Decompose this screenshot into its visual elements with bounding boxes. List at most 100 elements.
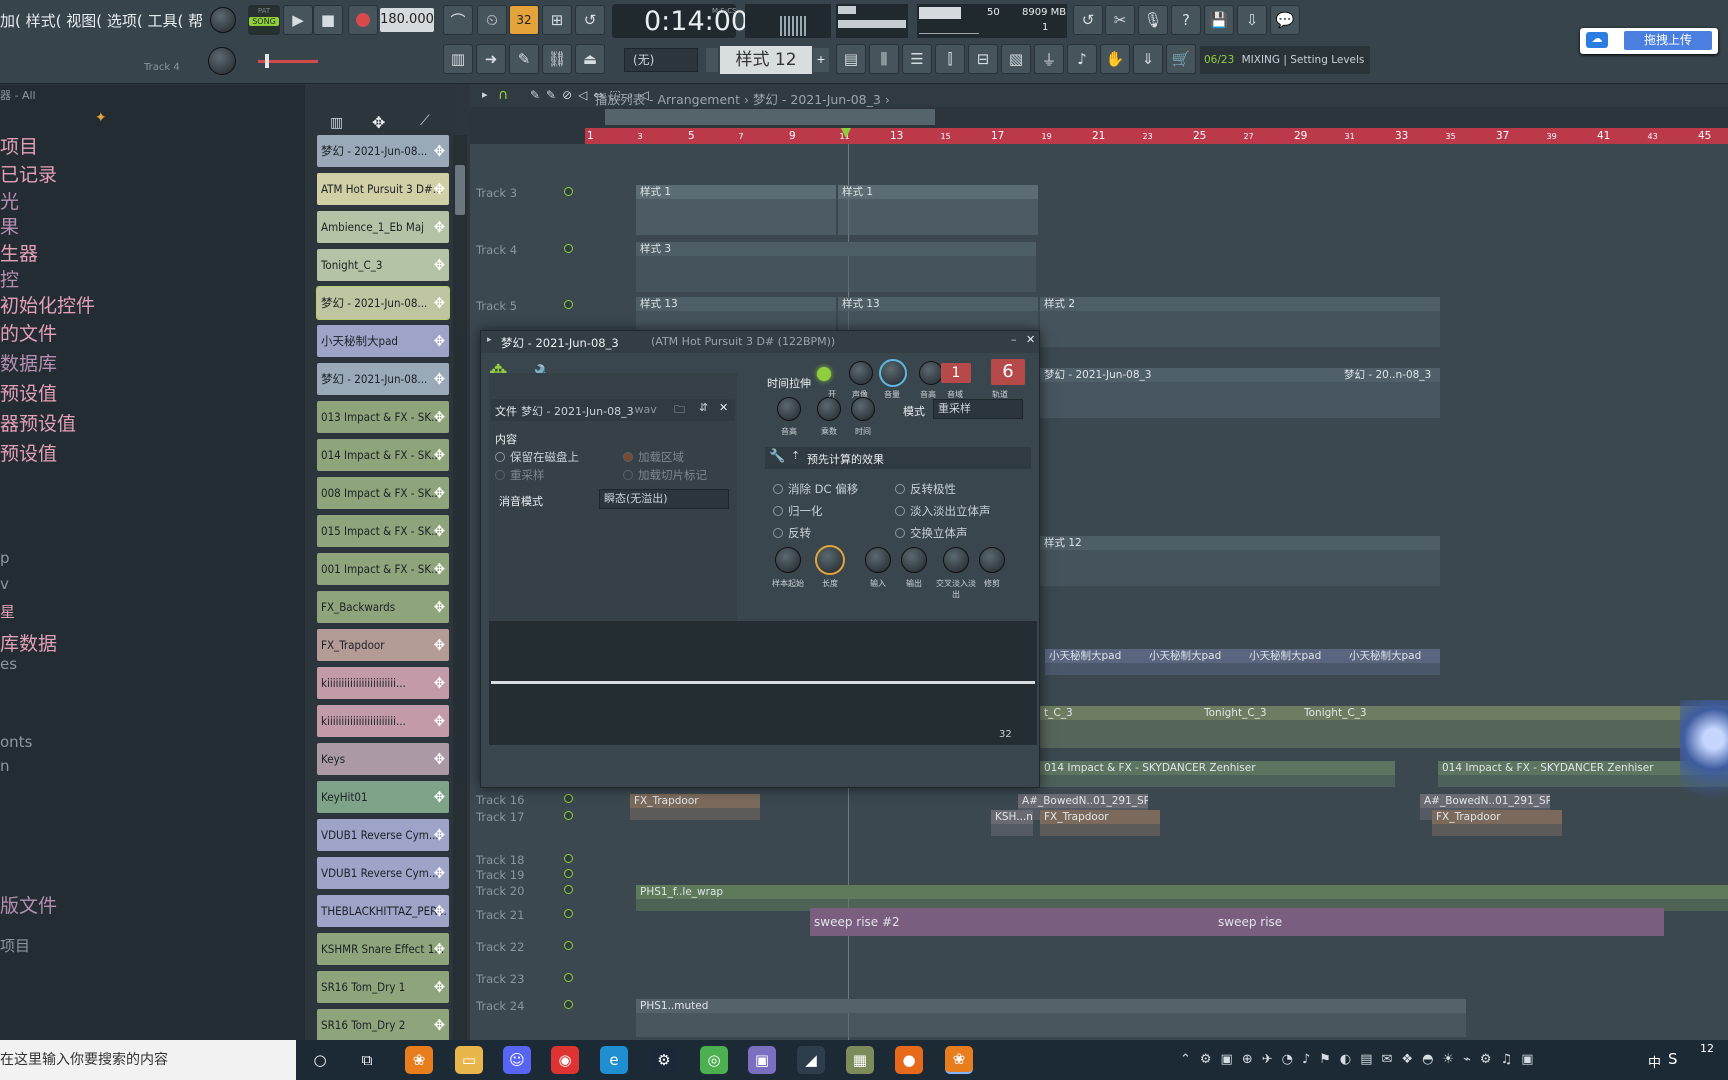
project-icon[interactable]: ▧ — [1001, 44, 1031, 74]
keep-on-disk-option[interactable]: 保留在磁盘上 — [495, 449, 579, 465]
stretch-pitch-knob[interactable] — [777, 397, 801, 421]
playlist-clip[interactable]: 梦幻 - 2021-Jun-08_3 — [1040, 368, 1340, 382]
undo-icon[interactable]: ↺ — [1073, 5, 1103, 35]
playlist-clip[interactable]: 小天秘制大pad — [1345, 649, 1440, 663]
playlist-clip[interactable]: Tonight_C_3 — [1300, 706, 1728, 720]
browser-item[interactable]: 控 — [0, 265, 19, 292]
playlist-clip[interactable]: 样式 13 — [636, 297, 836, 311]
crossfade-knob[interactable] — [943, 547, 969, 573]
track-mute-led[interactable] — [564, 869, 573, 878]
locate-file-icon[interactable]: ⇵ — [699, 401, 708, 414]
clip-body[interactable] — [1040, 550, 1440, 586]
ime-indicator[interactable]: 中 — [1648, 1052, 1661, 1071]
pan-knob[interactable] — [849, 361, 873, 385]
channel-button[interactable]: VDUB1 Reverse Cym... ✥ — [317, 819, 449, 851]
track-header[interactable]: Track 24 — [470, 999, 580, 1013]
clip-body[interactable] — [630, 808, 760, 820]
playlist-clip[interactable]: 样式 13 — [838, 297, 1038, 311]
mixer-track-value[interactable]: 6 — [991, 359, 1025, 385]
master-volume-knob[interactable] — [210, 7, 236, 33]
edge-icon[interactable]: e — [600, 1046, 628, 1074]
track-header[interactable]: Track 20 — [470, 884, 580, 898]
channel-button[interactable]: KeyHit01 ✥ — [317, 781, 449, 813]
waveform-display[interactable]: 32 — [489, 621, 1037, 745]
add-pattern-button[interactable]: + — [813, 48, 829, 72]
chrome-icon[interactable]: ◎ — [700, 1046, 728, 1074]
track-mute-led[interactable] — [564, 973, 573, 982]
mixer-icon[interactable]: ⫿ — [935, 44, 965, 74]
channel-button[interactable]: 015 Impact & FX - SK... ✥ — [317, 515, 449, 547]
app-icon[interactable]: ▣ — [748, 1046, 776, 1074]
system-tray-icons[interactable]: ⌃⚙▣⊕✈◔♪⚑◐▤✉❖◓☀⌁⚙♫▣ — [1180, 1052, 1543, 1067]
taskbar-search[interactable]: 在这里输入你要搜索的内容 — [0, 1040, 296, 1080]
close-icon[interactable]: ✕ — [1026, 333, 1035, 346]
clip-body[interactable] — [1040, 775, 1395, 787]
channel-button[interactable]: VDUB1 Reverse Cym... ✥ — [317, 857, 449, 889]
channel-scrollbar[interactable] — [453, 135, 467, 1040]
track-mute-led[interactable] — [564, 1000, 573, 1009]
fade-in-knob[interactable] — [865, 547, 891, 573]
playlist-clip[interactable]: sweep rise #2 — [810, 908, 1214, 936]
browser-icon[interactable]: ⊟ — [968, 44, 998, 74]
track-mute-led[interactable] — [564, 885, 573, 894]
playlist-clip[interactable]: 样式 2 — [1040, 297, 1440, 311]
channel-button[interactable]: 001 Impact & FX - SK... ✥ — [317, 553, 449, 585]
clip-body[interactable] — [636, 256, 1036, 292]
track-header[interactable]: Track 17 — [470, 810, 580, 824]
clip-body[interactable] — [991, 824, 1033, 836]
loop-record-icon[interactable]: ↺ — [575, 5, 605, 35]
browser-item[interactable]: p — [0, 549, 10, 567]
audio-view-icon[interactable]: ✥ — [372, 113, 385, 132]
open-folder-icon[interactable]: 🗀 — [674, 401, 685, 420]
steam-icon[interactable]: ⚙ — [650, 1046, 678, 1074]
playlist-clip[interactable]: FX_Trapdoor — [630, 794, 760, 808]
stretch-time-knob[interactable] — [851, 397, 875, 421]
load-slices-option[interactable]: 加载切片标记 — [623, 467, 707, 483]
clip-body[interactable] — [1145, 663, 1245, 675]
playlist-clip[interactable]: t_C_3 — [1040, 706, 1200, 720]
arrow-right-icon[interactable]: ➜ — [476, 44, 506, 74]
browser-item[interactable]: 版文件 — [0, 891, 57, 918]
track-mute-led[interactable] — [564, 187, 573, 196]
clip-body[interactable] — [1245, 663, 1345, 675]
browser-item[interactable]: 预设值 — [0, 439, 57, 466]
clip-body[interactable] — [1040, 824, 1160, 836]
download-icon[interactable]: ⇓ — [1133, 44, 1163, 74]
track-mute-led[interactable] — [564, 854, 573, 863]
snap-select[interactable]: (无) — [624, 48, 698, 72]
playlist-clip[interactable]: 梦幻 - 20..n-08_3 — [1340, 368, 1440, 382]
clip-body[interactable] — [1040, 311, 1440, 347]
channel-button[interactable]: THEBLACKHITTAZ_PER... ✥ — [317, 895, 449, 927]
fade-out-knob[interactable] — [901, 547, 927, 573]
main-menu[interactable]: 加( 样式( 视图( 选项( 工具( 帮 — [0, 10, 203, 31]
playlist-clip[interactable]: 小天秘制大pad — [1245, 649, 1345, 663]
play-button[interactable]: ▶ — [283, 5, 313, 35]
playlist-clip[interactable]: sweep rise — [1214, 908, 1664, 936]
piano-roll-icon[interactable]: ▥ — [443, 44, 473, 74]
minimize-icon[interactable]: – — [1011, 333, 1017, 346]
length-knob[interactable] — [815, 545, 845, 575]
magnet-icon[interactable]: ∩ — [498, 87, 508, 103]
microphone-icon[interactable]: 🎙 — [1138, 5, 1168, 35]
browser-item[interactable]: 星 — [0, 601, 15, 622]
effect-option[interactable]: 交换立体声 — [895, 525, 968, 541]
waveform-zoom[interactable]: 32 — [999, 729, 1012, 740]
clip-body[interactable] — [1345, 663, 1440, 675]
playlist-clip[interactable]: Tonight_C_3 — [1200, 706, 1300, 720]
track-mute-led[interactable] — [564, 244, 573, 253]
track-mute-led[interactable] — [564, 909, 573, 918]
pat-song-toggle[interactable]: PAT SONG — [248, 5, 280, 35]
window-menu-arrow-icon[interactable]: ▸ — [487, 335, 492, 345]
resample-option[interactable]: 重采样 — [495, 467, 545, 483]
channel-button[interactable]: 008 Impact & FX - SK... ✥ — [317, 477, 449, 509]
app-icon-3[interactable]: ▦ — [846, 1046, 874, 1074]
track-mute-led[interactable] — [564, 300, 573, 309]
playlist-clip[interactable]: 样式 3 — [636, 242, 1036, 256]
pattern-prev[interactable] — [706, 48, 718, 72]
channel-button[interactable]: 梦幻 - 2021-Jun-08... ✥ — [317, 135, 449, 167]
save-icon[interactable]: 💾 — [1204, 5, 1234, 35]
channel-button[interactable]: 小天秘制大pad ✥ — [317, 325, 449, 357]
sample-start-knob[interactable] — [775, 547, 801, 573]
track-header[interactable]: Track 4 — [470, 243, 580, 257]
browser-item[interactable]: 生器 — [0, 239, 38, 266]
